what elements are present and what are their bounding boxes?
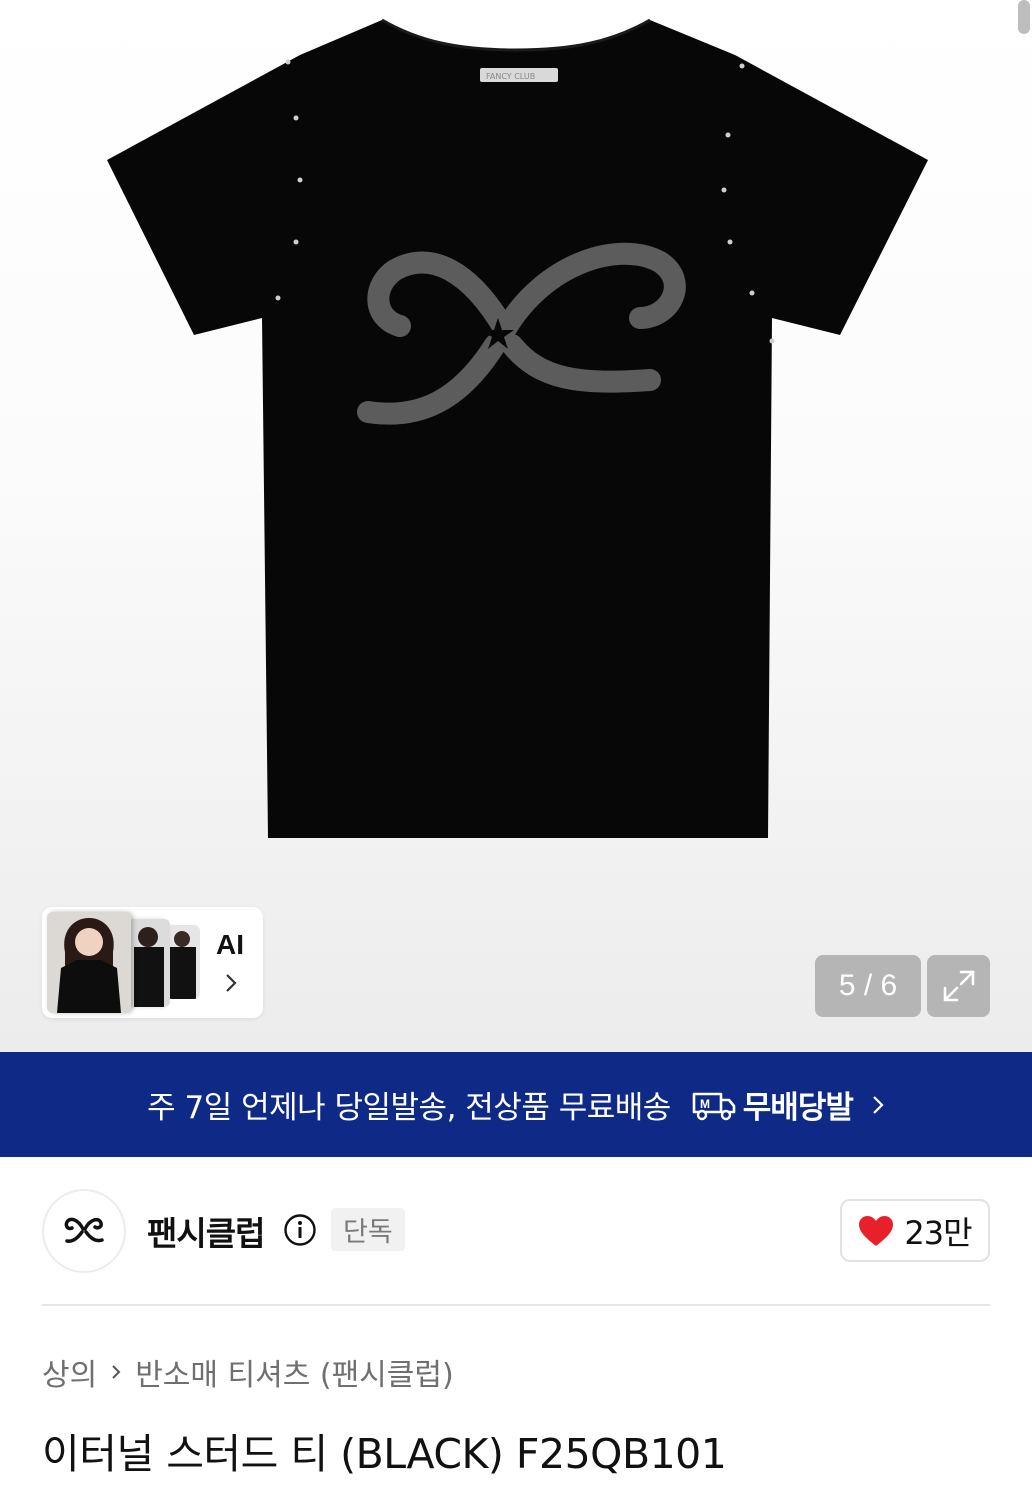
breadcrumb-item-top[interactable]: 상의: [42, 1350, 97, 1394]
chevron-right-icon: [109, 1361, 123, 1383]
free-shipping-banner[interactable]: 주 7일 언제나 당일발송, 전상품 무료배송 M 무배당발: [0, 1052, 1032, 1157]
product-title: 이터널 스터드 티 (BLACK) F25QB101: [42, 1430, 727, 1478]
brand-logo[interactable]: [42, 1189, 126, 1273]
chevron-right-icon: [226, 974, 237, 992]
ai-label: AI: [216, 929, 244, 960]
brand-name[interactable]: 팬시클럽: [147, 1207, 265, 1255]
thumbnail-1: [47, 912, 131, 1013]
badge-label: 무배당발: [742, 1090, 854, 1126]
product-image-gallery[interactable]: FANCY CLUB AI 5 / 6: [0, 0, 1032, 1052]
image-counter: 5 / 6: [815, 955, 921, 1017]
info-icon[interactable]: [283, 1213, 317, 1247]
expand-icon: [943, 970, 974, 1002]
chevron-right-icon: [873, 1095, 884, 1114]
breadcrumb: 상의 반소매 티셔츠 (팬시클럽): [42, 1350, 454, 1394]
thumbnail-2: [128, 919, 170, 1007]
shirt-label-text: FANCY CLUB: [486, 72, 535, 81]
delivery-badge: M 무배당발: [691, 1082, 854, 1127]
divider: [42, 1304, 990, 1306]
delivery-truck-icon: M: [692, 1092, 736, 1120]
ai-styling-card[interactable]: AI: [42, 907, 263, 1018]
like-button[interactable]: 23만: [840, 1199, 990, 1262]
expand-button[interactable]: [927, 955, 990, 1017]
product-image: FANCY CLUB: [107, 18, 928, 838]
like-count: 23만: [904, 1213, 972, 1252]
exclusive-badge: 단독: [331, 1208, 405, 1251]
tshirt-shape: [107, 20, 928, 838]
banner-message: 주 7일 언제나 당일발송, 전상품 무료배송: [147, 1090, 671, 1126]
heart-icon: [859, 1215, 894, 1246]
brand-bow-icon: [64, 1217, 104, 1243]
svg-text:M: M: [700, 1097, 710, 1111]
thumbnail-3: [166, 925, 200, 999]
breadcrumb-item-category[interactable]: 반소매 티셔츠 (팬시클럽): [135, 1350, 453, 1394]
